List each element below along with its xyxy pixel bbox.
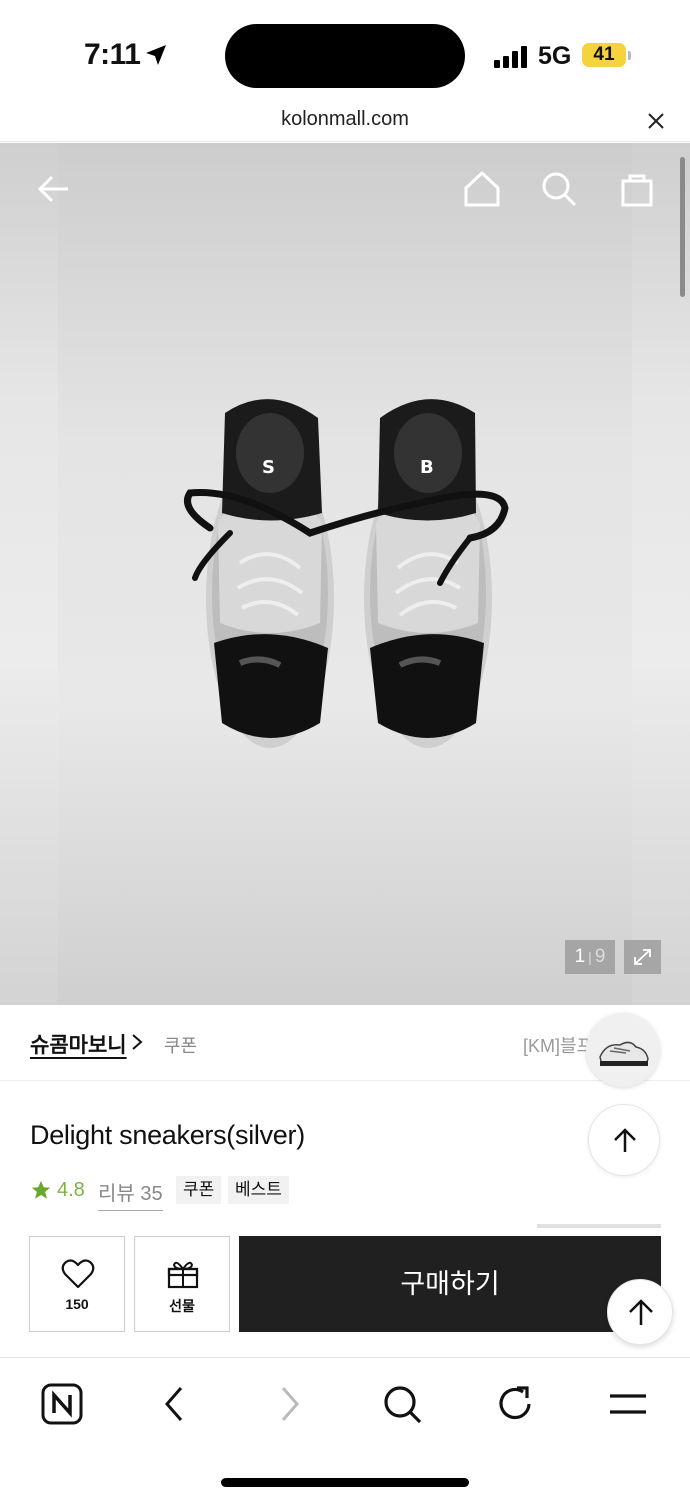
like-count: 150 (65, 1296, 89, 1312)
page-scrollbar[interactable] (680, 157, 685, 297)
product-gallery[interactable]: S B 1 | 9 (0, 143, 690, 1005)
gift-button[interactable]: 선물 (134, 1236, 230, 1332)
brand-row: 슈콤마보니 쿠폰 [KM]블프 (0, 1005, 690, 1087)
shopping-bag-icon[interactable] (617, 169, 657, 209)
home-icon[interactable] (462, 169, 502, 209)
arrow-up-icon (614, 1128, 636, 1152)
buy-button[interactable]: 구매하기 (239, 1236, 661, 1332)
best-tag: 베스트 (228, 1176, 289, 1204)
search-icon[interactable] (539, 169, 579, 209)
heart-icon (61, 1259, 95, 1289)
star-icon (31, 1180, 51, 1199)
close-icon[interactable] (645, 110, 667, 132)
svg-text:B: B (420, 457, 434, 478)
gift-label: 선물 (169, 1298, 195, 1314)
expand-icon (634, 949, 651, 965)
arrow-up-icon (629, 1299, 653, 1325)
gallery-counter-separator: | (588, 949, 592, 965)
refresh-icon[interactable] (493, 1382, 537, 1426)
divider-bar (537, 1224, 661, 1228)
gallery-current: 1 (574, 946, 586, 967)
status-bar: 7:11 5G 41 (0, 0, 690, 100)
brand-link[interactable]: 슈콤마보니 (30, 1029, 127, 1059)
forward-chevron-icon[interactable] (267, 1382, 311, 1426)
gift-icon (167, 1261, 199, 1289)
share-up-button[interactable] (588, 1104, 660, 1176)
status-time: 7:11 (84, 38, 141, 71)
battery-icon: 41 (582, 43, 626, 67)
gallery-total: 9 (594, 946, 606, 967)
rating-score: 4.8 (57, 1179, 85, 1201)
recent-product-thumbnail[interactable] (586, 1013, 660, 1087)
url-text[interactable]: kolonmall.com (0, 108, 690, 131)
network-type: 5G (538, 42, 572, 70)
brand-coupon-link[interactable]: 쿠폰 (164, 1032, 197, 1058)
home-indicator[interactable] (221, 1478, 469, 1487)
search-icon[interactable] (380, 1382, 424, 1426)
like-button[interactable]: 150 (29, 1236, 125, 1332)
expand-gallery-button[interactable] (624, 940, 661, 974)
gallery-counter: 1 | 9 (565, 940, 615, 974)
sneaker-thumbnail-image (599, 1041, 649, 1066)
menu-icon[interactable] (606, 1382, 650, 1426)
review-count-link[interactable]: 리뷰 35 (98, 1177, 163, 1211)
address-bar[interactable]: kolonmall.com (0, 100, 690, 142)
back-arrow-icon[interactable] (34, 169, 74, 209)
purchase-action-bar: 150 선물 구매하기 (0, 1236, 690, 1334)
cellular-signal-icon (494, 46, 527, 68)
back-chevron-icon[interactable] (153, 1382, 197, 1426)
svg-text:S: S (262, 457, 275, 478)
coupon-tag: 쿠폰 (176, 1176, 222, 1204)
product-title: Delight sneakers(silver) (30, 1120, 305, 1150)
product-image-sneakers[interactable]: S B (170, 393, 520, 763)
browser-toolbar (0, 1357, 690, 1500)
scroll-to-top-button[interactable] (607, 1279, 673, 1345)
dynamic-island (225, 24, 465, 88)
battery-cap (628, 51, 631, 60)
promo-banner-text[interactable]: [KM]블프 (523, 1032, 593, 1058)
location-arrow-icon (146, 45, 166, 65)
naver-icon[interactable] (40, 1382, 84, 1426)
chevron-right-icon[interactable] (130, 1033, 144, 1051)
